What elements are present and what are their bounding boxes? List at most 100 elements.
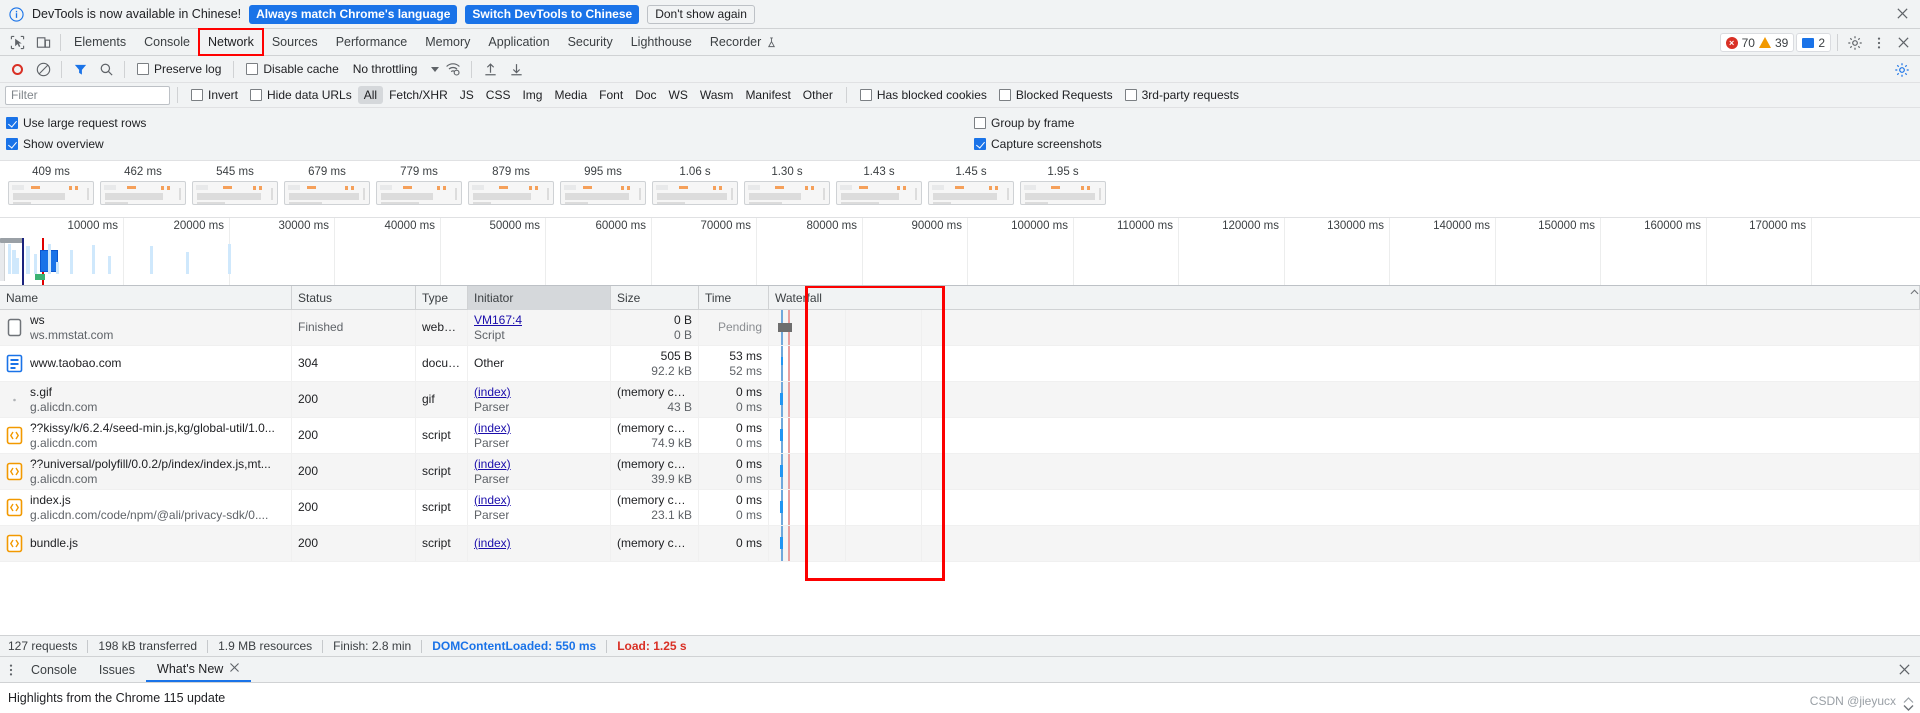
cell-name[interactable]: ??universal/polyfill/0.0.2/p/index/index… [0, 454, 292, 489]
cell-initiator-primary[interactable]: (index) [474, 493, 511, 508]
filmstrip-frame[interactable]: 545 ms [189, 164, 281, 205]
filmstrip-frame-thumbnail[interactable] [284, 181, 370, 205]
gear-icon[interactable] [1844, 32, 1866, 54]
column-header-name[interactable]: Name [0, 286, 292, 310]
table-row[interactable]: index.js g.alicdn.com/code/npm/@ali/priva… [0, 490, 1920, 526]
cell-name[interactable]: index.js g.alicdn.com/code/npm/@ali/priva… [0, 490, 292, 525]
filmstrip-frame-thumbnail[interactable] [1020, 181, 1106, 205]
cell-name[interactable]: ws ws.mmstat.com [0, 310, 292, 345]
network-conditions-wifi-icon[interactable] [441, 58, 465, 80]
dont-show-again-button[interactable]: Don't show again [647, 4, 755, 24]
more-vertical-icon[interactable] [1868, 32, 1890, 54]
filmstrip-frame[interactable]: 879 ms [465, 164, 557, 205]
filmstrip-frame-thumbnail[interactable] [376, 181, 462, 205]
filmstrip-frame-thumbnail[interactable] [192, 181, 278, 205]
filmstrip-frame-thumbnail[interactable] [468, 181, 554, 205]
capture-screenshots-checkbox[interactable]: Capture screenshots [968, 137, 1108, 151]
invert-checkbox[interactable]: Invert [185, 88, 244, 102]
search-icon[interactable] [94, 58, 118, 80]
tab-application[interactable]: Application [479, 29, 558, 55]
clear-no-entry-icon[interactable] [31, 58, 55, 80]
table-row[interactable]: www.taobao.com 304 document Other 505 B92.2 … [0, 346, 1920, 382]
overview-window-handle[interactable] [0, 238, 24, 243]
record-stop-icon[interactable] [5, 58, 29, 80]
filmstrip-frame-thumbnail[interactable] [928, 181, 1014, 205]
column-header-initiator[interactable]: Initiator [468, 286, 611, 310]
close-icon[interactable] [1898, 663, 1912, 677]
drawer-tab-issues[interactable]: Issues [88, 657, 146, 682]
network-overview-timeline[interactable]: 10000 ms 20000 ms 30000 ms 40000 ms 50000 ms… [0, 218, 1920, 286]
filmstrip-frame[interactable]: 1.95 s [1017, 164, 1109, 205]
column-header-size[interactable]: Size [611, 286, 699, 310]
always-match-language-button[interactable]: Always match Chrome's language [249, 4, 458, 24]
tab-console[interactable]: Console [135, 29, 199, 55]
filmstrip-frame[interactable]: 1.45 s [925, 164, 1017, 205]
filmstrip-frame-thumbnail[interactable] [652, 181, 738, 205]
third-party-requests-checkbox[interactable]: 3rd-party requests [1119, 88, 1245, 102]
type-filter-media[interactable]: Media [548, 86, 593, 104]
filmstrip-frame[interactable]: 1.43 s [833, 164, 925, 205]
type-filter-manifest[interactable]: Manifest [739, 86, 796, 104]
column-header-status[interactable]: Status [292, 286, 416, 310]
has-blocked-cookies-checkbox[interactable]: Has blocked cookies [854, 88, 993, 102]
cell-initiator-primary[interactable]: (index) [474, 457, 511, 472]
type-filter-font[interactable]: Font [593, 86, 629, 104]
blocked-requests-checkbox[interactable]: Blocked Requests [993, 88, 1119, 102]
type-filter-ws[interactable]: WS [663, 86, 694, 104]
filter-funnel-icon[interactable] [68, 58, 92, 80]
filmstrip-frame[interactable]: 409 ms [5, 164, 97, 205]
type-filter-img[interactable]: Img [516, 86, 548, 104]
cell-initiator-primary[interactable]: (index) [474, 421, 511, 436]
filmstrip-frame-thumbnail[interactable] [8, 181, 94, 205]
filmstrip-frame[interactable]: 995 ms [557, 164, 649, 205]
console-counters[interactable]: × 70 39 [1719, 33, 1795, 52]
device-toolbar-icon[interactable] [30, 31, 56, 53]
close-icon[interactable] [229, 662, 240, 676]
show-overview-checkbox[interactable]: Show overview [0, 137, 110, 151]
filmstrip-frame[interactable]: 462 ms [97, 164, 189, 205]
preserve-log-checkbox[interactable]: Preserve log [131, 62, 227, 76]
tab-security[interactable]: Security [559, 29, 622, 55]
gear-icon[interactable] [1891, 59, 1913, 81]
stepper-icon[interactable] [1901, 697, 1915, 711]
drawer-tab-console[interactable]: Console [20, 657, 88, 682]
filmstrip-frame[interactable]: 1.06 s [649, 164, 741, 205]
disable-cache-checkbox[interactable]: Disable cache [240, 62, 344, 76]
scroll-up-icon[interactable] [1908, 286, 1920, 298]
filmstrip-frame[interactable]: 1.30 s [741, 164, 833, 205]
close-icon[interactable] [1892, 32, 1914, 54]
tab-network[interactable]: Network [197, 28, 264, 56]
column-header-time[interactable]: Time [699, 286, 769, 310]
export-har-icon[interactable] [504, 58, 528, 80]
table-row[interactable]: s.gif g.alicdn.com 200 gif (index) Parser (mem… [0, 382, 1920, 418]
cell-initiator-primary[interactable]: (index) [474, 385, 511, 400]
cell-name[interactable]: www.taobao.com [0, 346, 292, 381]
type-filter-css[interactable]: CSS [480, 86, 517, 104]
cell-initiator-primary[interactable]: (index) [474, 536, 511, 551]
type-filter-doc[interactable]: Doc [629, 86, 662, 104]
filmstrip-frame-thumbnail[interactable] [560, 181, 646, 205]
table-row[interactable]: wsws.mmstat.com Finished websocket VM167:4S… [0, 310, 1920, 346]
filmstrip-frame-thumbnail[interactable] [836, 181, 922, 205]
close-icon[interactable] [1896, 7, 1910, 21]
filmstrip-frame[interactable]: 679 ms [281, 164, 373, 205]
table-row[interactable]: bundle.js 200 script (index) (memory cac... 0… [0, 526, 1920, 562]
tab-performance[interactable]: Performance [327, 29, 417, 55]
column-header-type[interactable]: Type [416, 286, 468, 310]
drawer-tab-whats-new[interactable]: What's New [146, 657, 252, 682]
cell-name[interactable]: s.gif g.alicdn.com [0, 382, 292, 417]
filmstrip-frame-thumbnail[interactable] [744, 181, 830, 205]
switch-devtools-language-button[interactable]: Switch DevTools to Chinese [465, 4, 640, 24]
issues-counter[interactable]: 2 [1796, 33, 1831, 52]
type-filter-all[interactable]: All [357, 86, 384, 104]
table-row[interactable]: ??kissy/k/6.2.4/seed-min.js,kg/global-ut… [0, 418, 1920, 454]
column-header-waterfall[interactable]: Waterfall [769, 286, 1920, 310]
group-by-frame-checkbox[interactable]: Group by frame [968, 116, 1080, 130]
tab-memory[interactable]: Memory [416, 29, 479, 55]
table-scrollbar[interactable] [1908, 286, 1920, 635]
cell-initiator-primary[interactable]: VM167:4 [474, 313, 522, 328]
throttling-select[interactable]: No throttling [347, 62, 440, 76]
use-large-request-rows-checkbox[interactable]: Use large request rows [0, 116, 152, 130]
type-filter-wasm[interactable]: Wasm [694, 86, 740, 104]
cell-name[interactable]: ??kissy/k/6.2.4/seed-min.js,kg/global-ut… [0, 418, 292, 453]
